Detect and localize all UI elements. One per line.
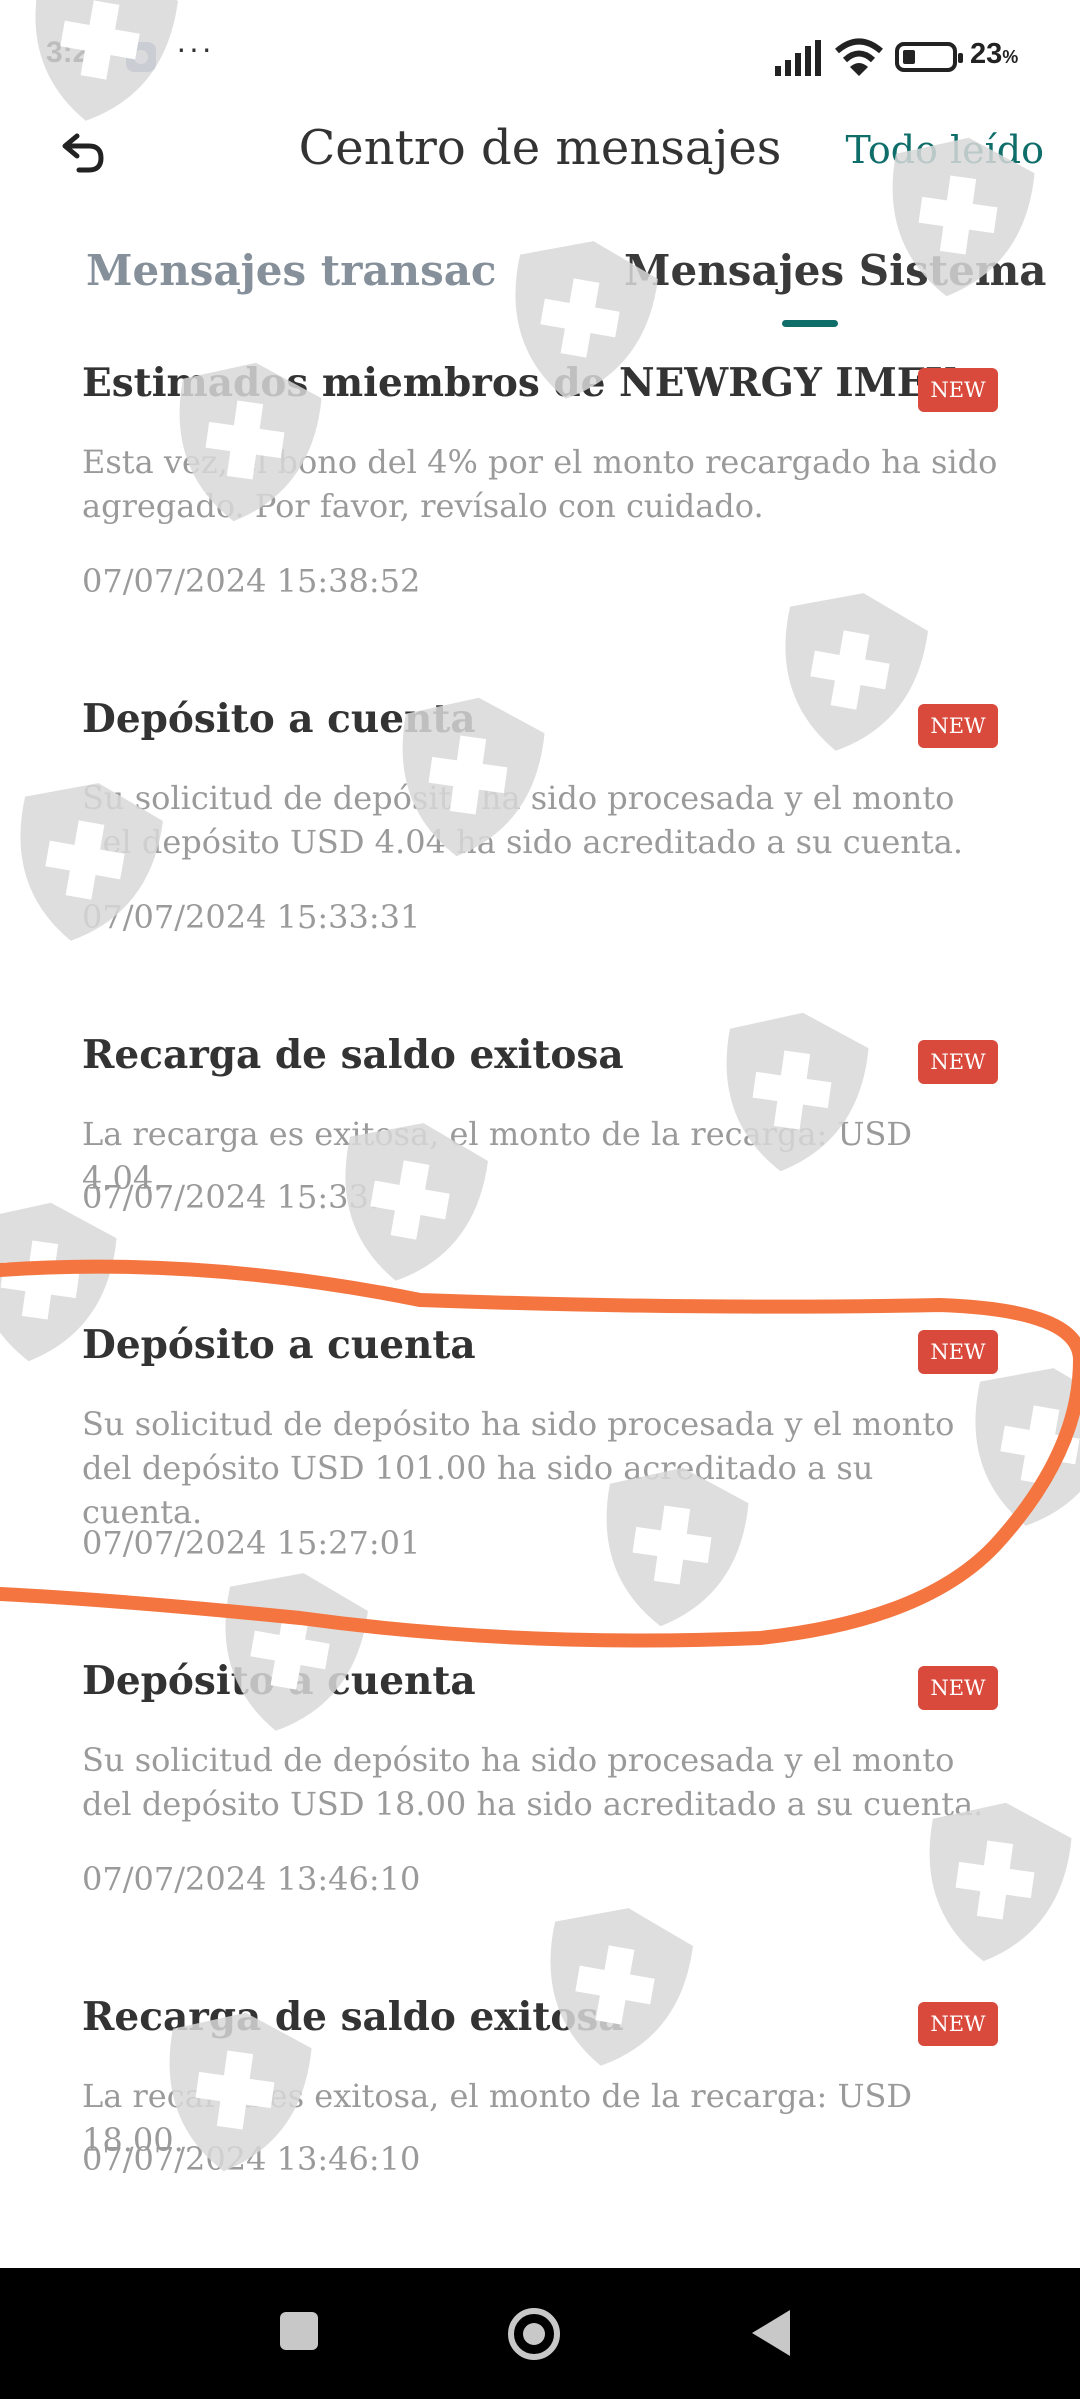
battery-icon bbox=[895, 42, 963, 72]
message-timestamp: 07/07/2024 15:33:31 bbox=[82, 1178, 421, 1216]
message-timestamp: 07/07/2024 13:46:10 bbox=[82, 1860, 421, 1898]
new-badge: NEW bbox=[918, 368, 998, 412]
message-body: Su solicitud de depósito ha sido procesa… bbox=[82, 1741, 984, 1823]
message-title: Depósito a cuenta bbox=[82, 1658, 476, 1704]
status-bar: 3:29 ··· 23% bbox=[0, 0, 1080, 110]
message-timestamp: 07/07/2024 13:46:10 bbox=[82, 2140, 421, 2178]
message-body: Su solicitud de depósito ha sido procesa… bbox=[82, 779, 963, 861]
message-body: Su solicitud de depósito ha sido procesa… bbox=[82, 1405, 955, 1531]
message-title: Depósito a cuenta bbox=[82, 1322, 476, 1368]
shield-watermark-icon bbox=[531, 1895, 698, 2078]
mark-all-read-button[interactable]: Todo leído bbox=[845, 128, 1044, 172]
wifi-icon bbox=[835, 38, 883, 76]
message-title: Depósito a cuenta bbox=[82, 696, 476, 742]
message-tabs: Mensajes transac Mensajes Sistema bbox=[0, 232, 1080, 332]
battery-percent: 23% bbox=[970, 38, 1018, 71]
message-timestamp: 07/07/2024 15:33:31 bbox=[82, 898, 421, 936]
message-timestamp: 07/07/2024 15:27:01 bbox=[82, 1524, 421, 1562]
active-tab-indicator bbox=[782, 320, 838, 327]
signal-icon bbox=[775, 40, 821, 76]
status-time: 3:29 bbox=[46, 36, 107, 69]
system-nav-bar bbox=[0, 2268, 1080, 2399]
message-body: Esta vez, el bono del 4% por el monto re… bbox=[82, 443, 998, 525]
message-timestamp: 07/07/2024 15:38:52 bbox=[82, 562, 421, 600]
new-badge: NEW bbox=[918, 1040, 998, 1084]
back-triangle-icon[interactable] bbox=[752, 2310, 790, 2356]
more-notifications-icon: ··· bbox=[176, 30, 214, 66]
message-title: Estimados miembros de NEWRGY IMEX: bbox=[82, 360, 972, 406]
new-badge: NEW bbox=[918, 1666, 998, 1710]
tab-system-messages[interactable]: Mensajes Sistema bbox=[624, 246, 1047, 295]
battery-unit: % bbox=[1002, 47, 1019, 67]
new-badge: NEW bbox=[918, 1330, 998, 1374]
new-badge: NEW bbox=[918, 704, 998, 748]
shield-watermark-icon bbox=[206, 1560, 373, 1743]
shield-watermark-icon bbox=[766, 580, 933, 763]
new-badge: NEW bbox=[918, 2002, 998, 2046]
header: Centro de mensajes Todo leído bbox=[0, 110, 1080, 210]
recents-icon[interactable] bbox=[280, 2312, 318, 2350]
app-notification-icon bbox=[126, 42, 156, 72]
battery-value: 23 bbox=[970, 38, 1003, 70]
message-title: Recarga de saldo exitosa bbox=[82, 1032, 624, 1078]
tab-transaction-messages[interactable]: Mensajes transac bbox=[86, 246, 497, 295]
message-title: Recarga de saldo exitosa bbox=[82, 1994, 624, 2040]
home-icon[interactable] bbox=[508, 2308, 560, 2360]
